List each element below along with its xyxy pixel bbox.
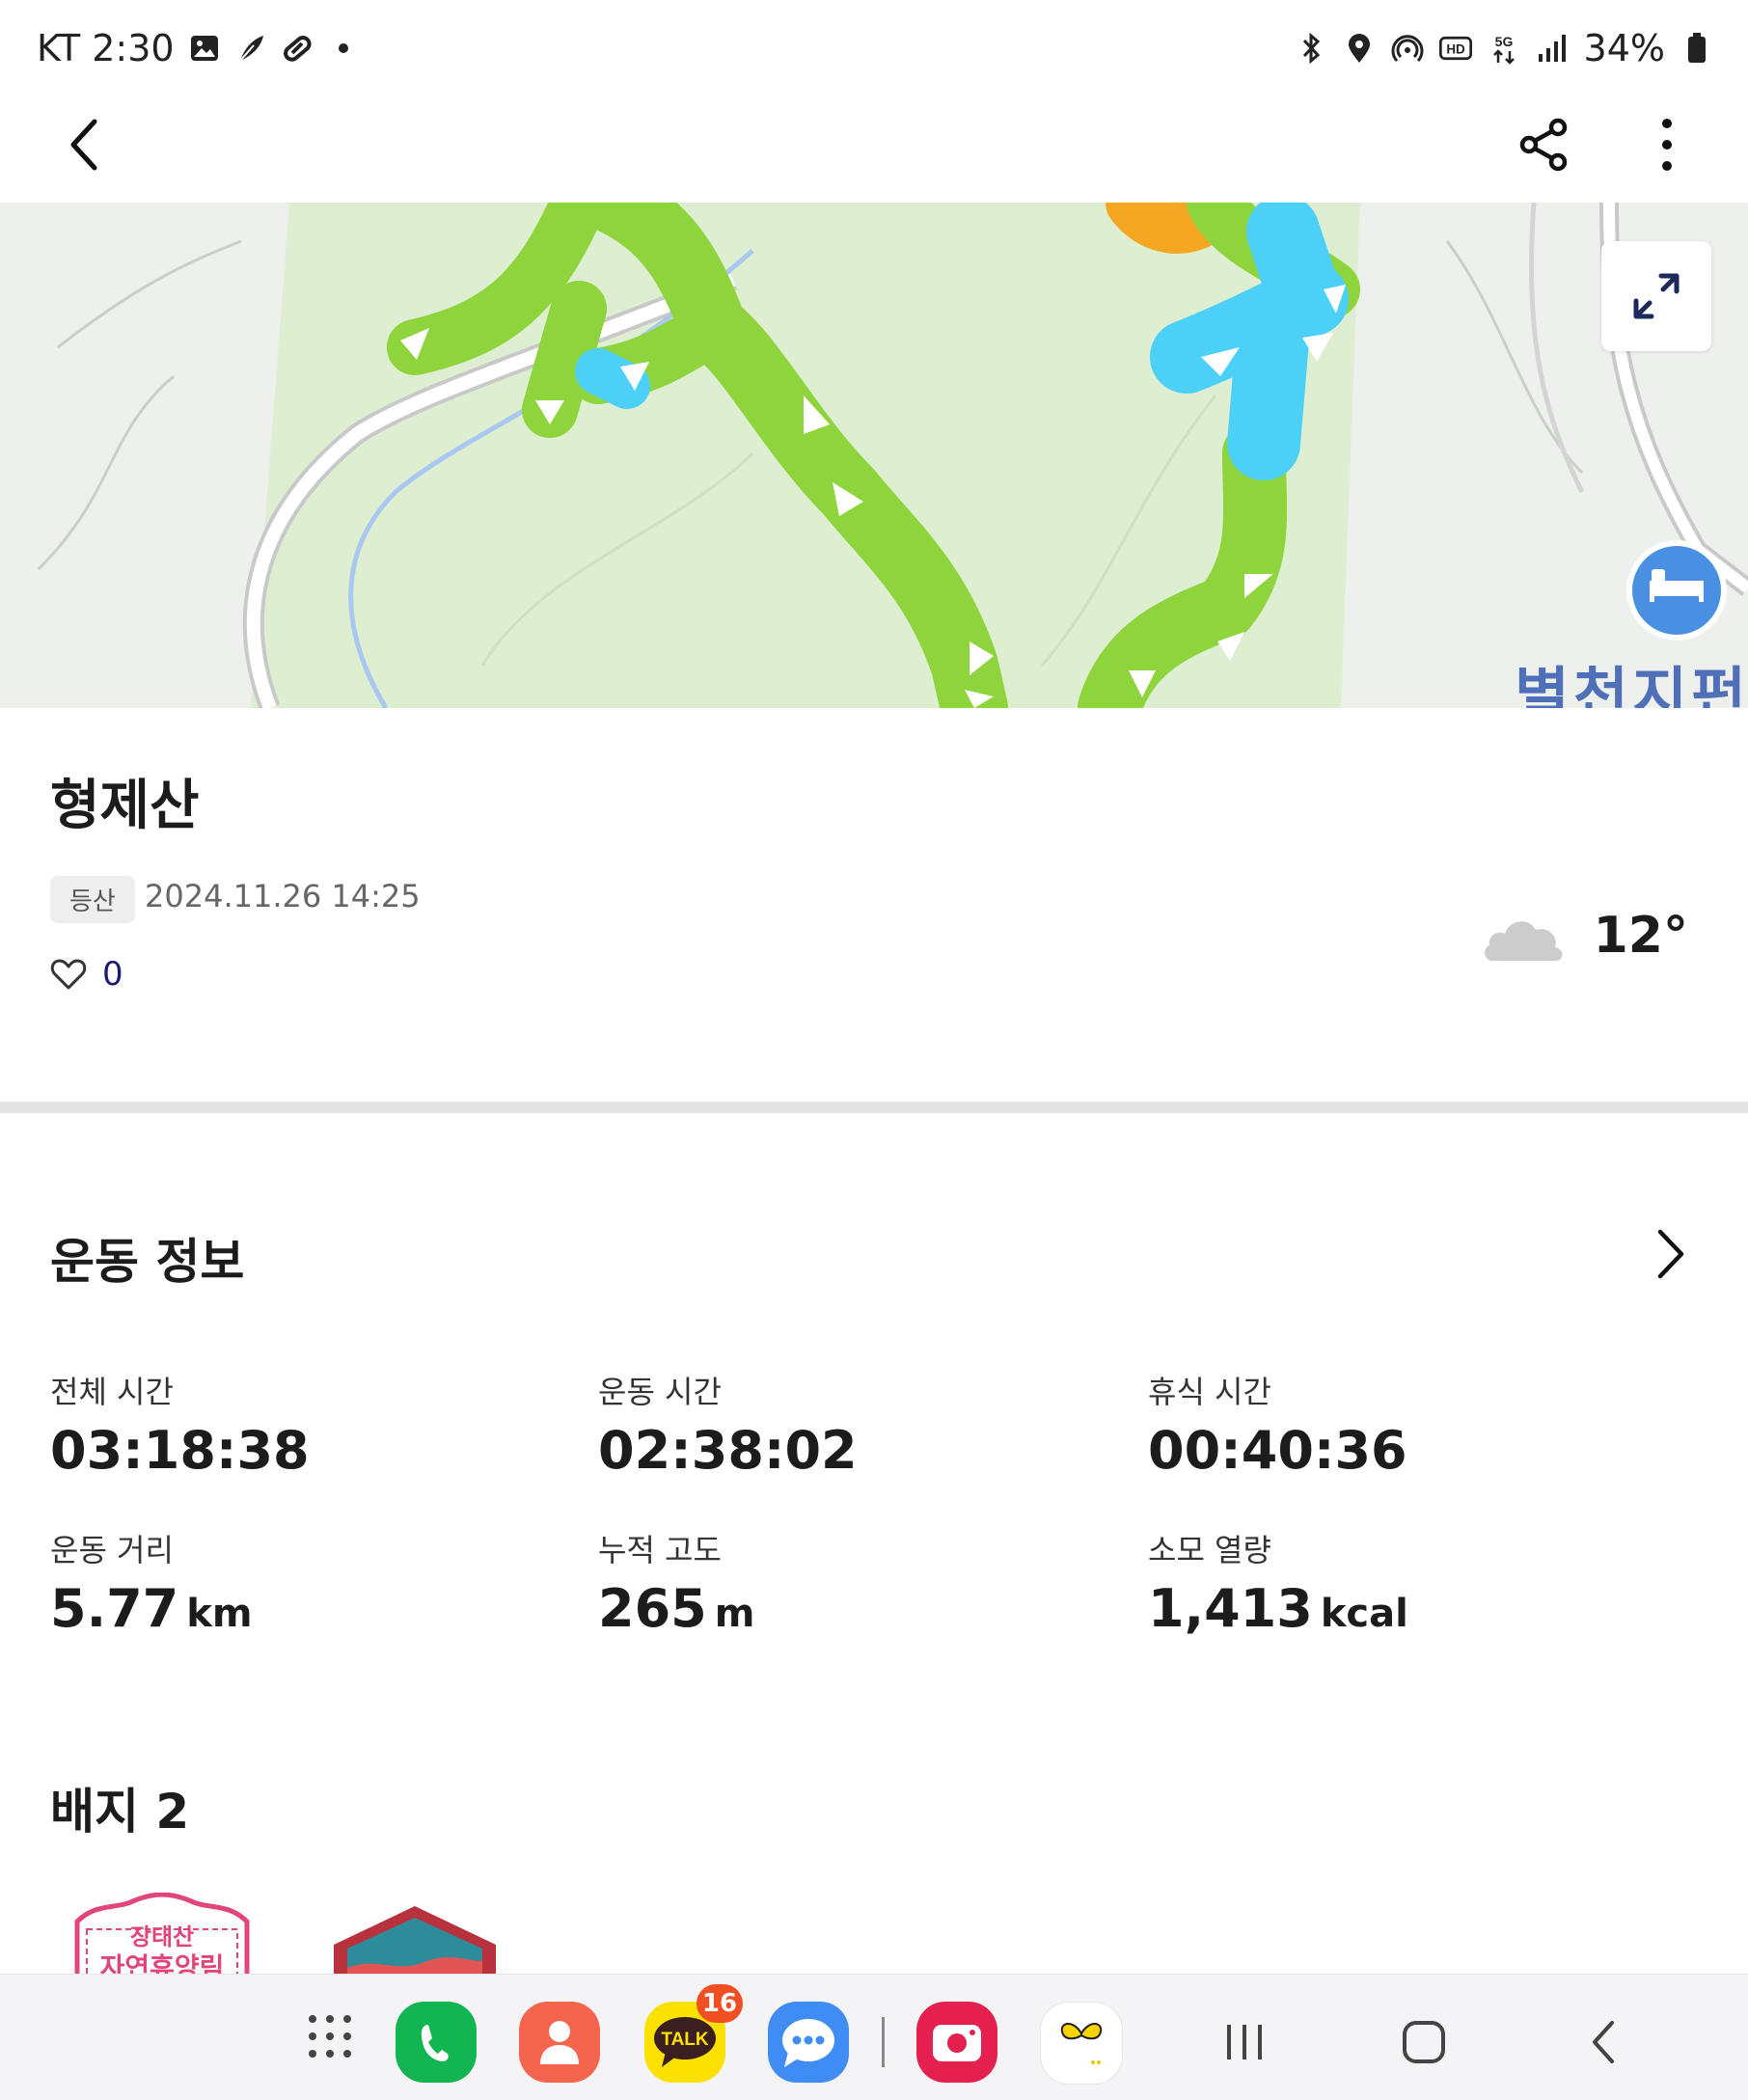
butterfly-app-icon <box>1060 2023 1103 2064</box>
back-button[interactable] <box>46 106 123 183</box>
map-place-label: 별천지펀 <box>1515 660 1748 708</box>
contacts-app[interactable] <box>519 2002 600 2083</box>
stat-total-time: 전체 시간 03:18:38 <box>50 1368 310 1481</box>
dot-icon <box>327 32 360 65</box>
status-bar-left: KT 2:30 <box>37 27 360 69</box>
stat-label: 소모 열량 <box>1148 1532 1271 1568</box>
badge-text-line2: 자연휴양림 <box>99 1951 225 1974</box>
svg-text:HD: HD <box>1446 41 1465 56</box>
notification-badge: 16 <box>696 1984 743 2023</box>
phone-app-icon <box>421 2025 449 2061</box>
stat-value: 5.77 <box>50 1578 179 1639</box>
badge-item[interactable] <box>328 1900 502 1974</box>
signal-icon <box>1536 32 1569 65</box>
share-icon <box>1519 118 1568 172</box>
app-drawer-icon <box>309 2015 351 2058</box>
stat-calories: 소모 열량 1,413 kcal <box>1148 1526 1408 1639</box>
like-button[interactable]: 0 <box>50 955 123 994</box>
stat-exercise-time: 운동 시간 02:38:02 <box>598 1368 858 1481</box>
section-divider <box>0 1102 1748 1113</box>
like-count: 0 <box>102 955 123 994</box>
nav-back-button[interactable] <box>1563 2002 1644 2083</box>
stat-label: 누적 고도 <box>598 1532 722 1568</box>
phone-app[interactable] <box>396 2002 477 2083</box>
cloud-icon <box>1484 921 1563 961</box>
stat-label: 운동 거리 <box>50 1532 174 1568</box>
more-options-button[interactable] <box>1628 106 1706 183</box>
stat-label: 전체 시간 <box>50 1374 174 1410</box>
camera-app[interactable] <box>916 2002 997 2083</box>
battery-icon <box>1680 32 1713 65</box>
bluetooth-icon <box>1295 32 1327 65</box>
stat-unit: km <box>186 1592 253 1636</box>
hotspot-icon <box>1391 32 1424 65</box>
map-canvas <box>0 203 1748 708</box>
recent-apps-button[interactable] <box>1204 2002 1285 2083</box>
stat-distance: 운동 거리 5.77 km <box>50 1526 253 1639</box>
hd-icon: HD <box>1438 32 1472 65</box>
activity-datetime: 2024.11.26 14:25 <box>145 878 421 914</box>
stat-rest-time: 휴식 시간 00:40:36 <box>1148 1368 1407 1481</box>
battery-percent: 34% <box>1583 27 1665 69</box>
stat-value: 265 <box>598 1578 707 1639</box>
chevron-right-icon <box>1657 1229 1684 1279</box>
stat-unit: m <box>714 1592 755 1636</box>
share-button[interactable] <box>1505 106 1582 183</box>
kakaotalk-label: TALK <box>661 2030 709 2050</box>
stat-label: 휴식 시간 <box>1148 1374 1271 1410</box>
temperature: 12° <box>1593 907 1688 965</box>
weather-info: 12° <box>1480 907 1688 965</box>
5g-icon: 5G <box>1488 32 1520 65</box>
status-bar-right: HD 5G 34% <box>1295 27 1713 69</box>
back-arrow-icon <box>70 119 97 171</box>
more-vertical-icon <box>1662 119 1672 171</box>
camera-app-icon <box>933 2025 981 2061</box>
feather-icon <box>234 32 267 65</box>
stat-value: 1,413 <box>1148 1578 1313 1639</box>
badges-title: 배지 2 <box>50 1784 190 1840</box>
dock-divider <box>882 2017 885 2067</box>
messages-app-icon <box>782 2019 834 2067</box>
home-icon <box>1403 2021 1445 2063</box>
exercise-info-title: 운동 정보 <box>50 1234 245 1290</box>
recent-apps-icon <box>1227 2025 1262 2059</box>
top-app-bar <box>0 96 1748 203</box>
app-drawer-button[interactable] <box>289 1996 370 2077</box>
badge-item[interactable]: 장태산 자연휴양림 <box>68 1893 257 1974</box>
stat-value: 02:38:02 <box>598 1420 858 1481</box>
navigation-bar: TALK 16 <box>0 1974 1748 2100</box>
badge-emblem <box>334 1906 496 1974</box>
pill-icon <box>281 32 314 65</box>
home-button[interactable] <box>1383 2002 1464 2083</box>
contacts-app-icon <box>540 2021 579 2064</box>
heart-icon <box>50 959 87 990</box>
messages-app[interactable] <box>768 2002 849 2083</box>
route-map[interactable]: 별천지펀 <box>0 203 1748 708</box>
carrier-time: KT 2:30 <box>37 27 175 69</box>
exercise-info-detail-button[interactable] <box>1640 1217 1702 1291</box>
stat-value: 03:18:38 <box>50 1420 310 1481</box>
expand-icon <box>1633 273 1680 319</box>
stat-value: 00:40:36 <box>1148 1420 1407 1481</box>
svg-text:5G: 5G <box>1494 34 1513 49</box>
stat-label: 운동 시간 <box>598 1374 722 1410</box>
butterfly-app[interactable] <box>1040 2002 1123 2085</box>
stat-elevation: 누적 고도 265 m <box>598 1526 754 1639</box>
expand-map-button[interactable] <box>1601 241 1711 351</box>
stat-unit: kcal <box>1320 1592 1408 1636</box>
gallery-icon <box>188 32 221 65</box>
activity-type-tag: 등산 <box>50 876 135 923</box>
location-icon <box>1343 32 1376 65</box>
back-icon <box>1593 2021 1614 2063</box>
activity-title: 형제산 <box>50 775 200 837</box>
